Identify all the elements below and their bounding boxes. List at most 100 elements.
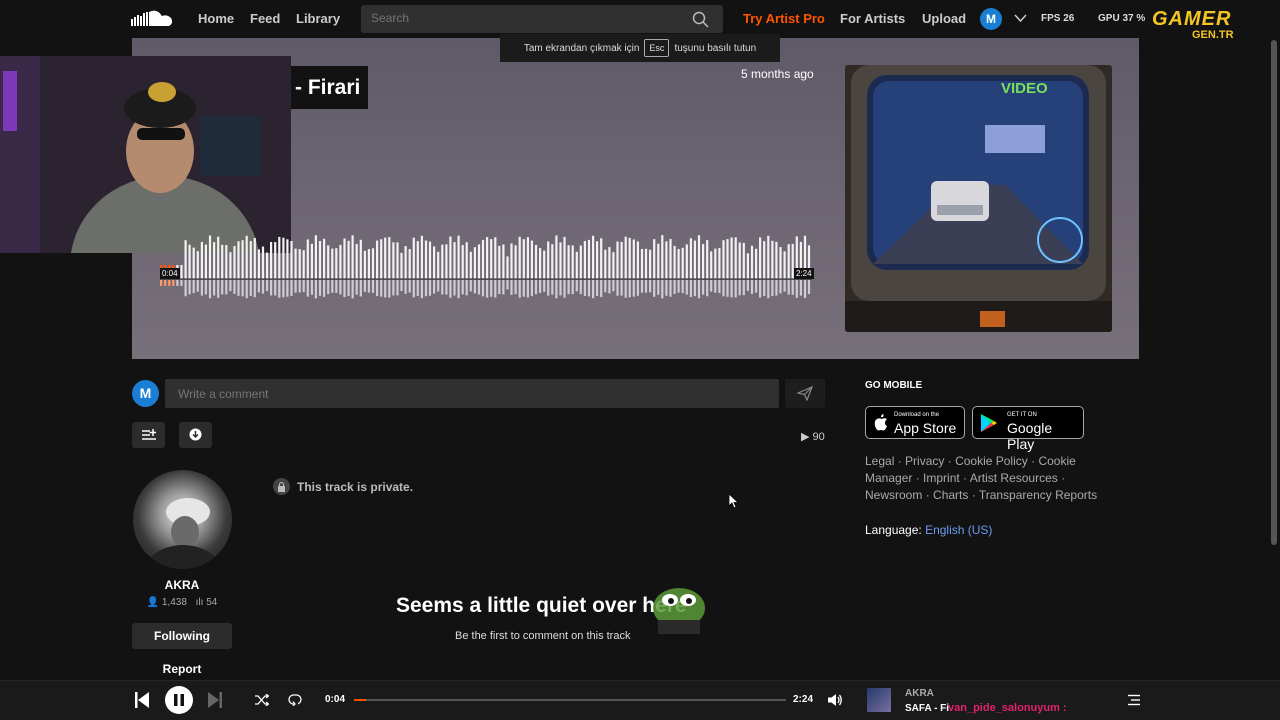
waveform-bar xyxy=(274,242,277,279)
tracks-count[interactable]: 54 xyxy=(206,597,217,608)
waveform-bar-reflection xyxy=(355,280,358,295)
waveform-bar xyxy=(392,242,395,279)
artist-avatar[interactable] xyxy=(133,470,232,569)
fullscreen-notice-after: tuşunu basılı tutun xyxy=(674,42,757,54)
waveform-bar-reflection xyxy=(266,280,269,292)
try-artist-pro-link[interactable]: Try Artist Pro xyxy=(743,11,825,26)
nav-home[interactable]: Home xyxy=(198,11,234,26)
language-label: Language: xyxy=(865,523,922,537)
waveform-bar-reflection xyxy=(763,280,766,296)
waveform-bar-reflection xyxy=(172,280,175,286)
page-scrollbar[interactable] xyxy=(1271,40,1277,545)
waveform-bar xyxy=(408,249,411,279)
footer-link[interactable]: Privacy xyxy=(905,454,944,468)
now-playing-title[interactable]: SAFA - Fi xyxy=(905,703,949,714)
waveform-elapsed: 0:04 xyxy=(160,268,180,279)
app-store-button[interactable]: Download on the App Store xyxy=(865,406,965,439)
nav-library[interactable]: Library xyxy=(296,11,340,26)
nav-feed[interactable]: Feed xyxy=(250,11,280,26)
waveform-bar xyxy=(465,242,468,279)
waveform-bar-reflection xyxy=(217,280,220,298)
waveform-bar xyxy=(571,245,574,279)
shuffle-icon[interactable] xyxy=(255,694,269,706)
waveform-bar-reflection xyxy=(392,280,395,296)
previous-track-icon[interactable] xyxy=(135,692,149,708)
add-to-playlist-button[interactable] xyxy=(132,422,165,448)
waveform-bar xyxy=(559,242,562,279)
nav-upload[interactable]: Upload xyxy=(922,11,966,26)
report-link[interactable]: Report xyxy=(132,662,232,676)
next-track-icon[interactable] xyxy=(208,692,222,708)
waveform-bar-reflection xyxy=(628,280,631,298)
waveform-bar xyxy=(592,235,595,279)
footer-link[interactable]: Transparency Reports xyxy=(979,488,1097,502)
waveform-bar xyxy=(416,241,419,279)
player-progress-bar[interactable] xyxy=(354,699,786,701)
nav-for-artists[interactable]: For Artists xyxy=(840,11,905,26)
send-comment-button[interactable] xyxy=(785,379,825,408)
chevron-down-icon[interactable] xyxy=(1014,14,1027,23)
waveform[interactable] xyxy=(160,222,812,304)
waveform-bar xyxy=(412,237,415,279)
waveform-bar-reflection xyxy=(465,280,468,296)
waveform-bar-reflection xyxy=(547,280,550,296)
waveform-bar xyxy=(339,244,342,279)
waveform-bar-reflection xyxy=(803,280,807,299)
waveform-bar xyxy=(657,243,660,279)
footer-link[interactable]: Newsroom xyxy=(865,488,922,502)
repeat-icon[interactable] xyxy=(288,694,302,706)
footer-link[interactable]: Legal xyxy=(865,454,894,468)
soundcloud-logo-icon[interactable] xyxy=(131,10,173,28)
waveform-bar-reflection xyxy=(559,280,562,296)
comment-input[interactable] xyxy=(165,379,779,408)
footer-link[interactable]: Cookie Policy xyxy=(955,454,1028,468)
waveform-bar xyxy=(649,249,652,279)
waveform-bar-reflection xyxy=(160,280,163,286)
waveform-bar-reflection xyxy=(359,280,362,297)
language-setting: Language: English (US) xyxy=(865,523,992,537)
private-track-note: This track is private. xyxy=(273,478,413,495)
waveform-bar xyxy=(266,252,269,279)
language-value[interactable]: English (US) xyxy=(925,523,992,537)
search-icon[interactable] xyxy=(692,11,709,28)
queue-icon[interactable] xyxy=(1128,694,1140,706)
waveform-bar xyxy=(192,247,195,279)
search-input[interactable] xyxy=(371,11,671,25)
google-play-button[interactable]: GET IT ON Google Play xyxy=(972,406,1084,452)
waveform-bar-reflection xyxy=(404,280,407,294)
footer-separator: · xyxy=(944,454,956,468)
waveform-bar xyxy=(257,249,260,279)
pause-button[interactable] xyxy=(165,686,193,714)
user-avatar[interactable]: M xyxy=(980,8,1002,30)
footer-link[interactable]: Imprint xyxy=(923,471,960,485)
now-playing-artist[interactable]: AKRA xyxy=(905,688,934,699)
followers-count[interactable]: 1,438 xyxy=(162,597,187,608)
waveform-bar xyxy=(567,245,570,279)
waveform-bar xyxy=(596,241,599,279)
artist-name[interactable]: AKRA xyxy=(132,578,232,592)
footer-separator: · xyxy=(1057,471,1066,485)
waveform-bar xyxy=(665,241,668,279)
volume-icon[interactable] xyxy=(828,693,843,707)
waveform-bar-reflection xyxy=(196,280,199,292)
following-button[interactable]: Following xyxy=(132,623,232,649)
waveform-bar-reflection xyxy=(176,280,179,286)
footer-link[interactable]: Charts xyxy=(933,488,968,502)
waveform-bar-reflection xyxy=(669,280,672,297)
footer-link[interactable]: Artist Resources xyxy=(970,471,1058,485)
waveform-bar-reflection xyxy=(755,280,758,293)
send-icon xyxy=(797,386,813,401)
waveform-bar-reflection xyxy=(799,280,802,296)
waveform-bar xyxy=(543,250,546,279)
waveform-bar-reflection xyxy=(604,280,607,293)
waveform-duration: 2:24 xyxy=(794,268,814,279)
waveform-bar-reflection xyxy=(424,280,428,297)
waveform-bar xyxy=(522,239,525,279)
waveform-bar xyxy=(718,248,721,279)
waveform-bar xyxy=(734,237,737,279)
track-title: - Firari xyxy=(291,66,369,109)
waveform-bar-reflection xyxy=(783,280,786,292)
now-playing-artwork[interactable] xyxy=(867,688,891,712)
waveform-bar-reflection xyxy=(400,280,403,291)
download-button[interactable] xyxy=(179,422,212,448)
